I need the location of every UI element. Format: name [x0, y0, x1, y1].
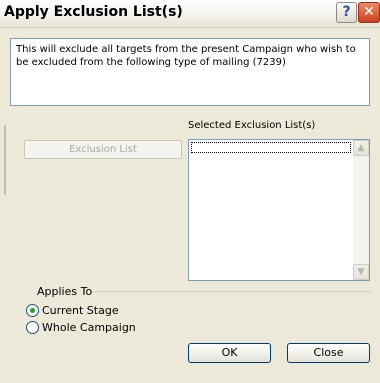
window-title: Apply Exclusion List(s) — [4, 4, 183, 20]
focused-list-item[interactable] — [191, 142, 351, 153]
radio-current-stage-circle[interactable] — [26, 304, 39, 317]
radio-whole-campaign-circle[interactable] — [26, 321, 39, 334]
close-window-button[interactable]: ✕ — [358, 2, 380, 23]
chevron-up-icon: ▲ — [357, 143, 365, 153]
scroll-down-button[interactable]: ▼ — [353, 264, 369, 280]
exclusion-list-button[interactable]: Exclusion List — [24, 140, 182, 159]
radio-whole-campaign-label: Whole Campaign — [42, 321, 136, 334]
help-icon: ? — [342, 4, 351, 20]
listbox-scrollbar[interactable]: ▲ ▼ — [353, 140, 369, 280]
left-edge-divider — [4, 125, 6, 195]
close-icon: ✕ — [363, 4, 375, 20]
radio-selected-dot-icon — [30, 308, 35, 313]
apply-exclusion-dialog: Apply Exclusion List(s) ? ✕ This will ex… — [0, 0, 380, 383]
scroll-up-button[interactable]: ▲ — [353, 140, 369, 156]
applies-to-group-line — [52, 291, 372, 292]
help-button[interactable]: ? — [336, 2, 357, 23]
description-text: This will exclude all targets from the p… — [10, 38, 370, 106]
selected-exclusion-listbox[interactable]: ▲ ▼ — [188, 139, 370, 281]
selected-exclusion-list-label: Selected Exclusion List(s) — [188, 120, 316, 131]
close-button[interactable]: Close — [287, 343, 370, 363]
applies-to-label: Applies To — [36, 285, 94, 298]
radio-current-stage-label: Current Stage — [42, 304, 119, 317]
ok-button[interactable]: OK — [188, 343, 271, 363]
title-bar: Apply Exclusion List(s) ? ✕ — [0, 0, 380, 28]
chevron-down-icon: ▼ — [357, 267, 365, 277]
